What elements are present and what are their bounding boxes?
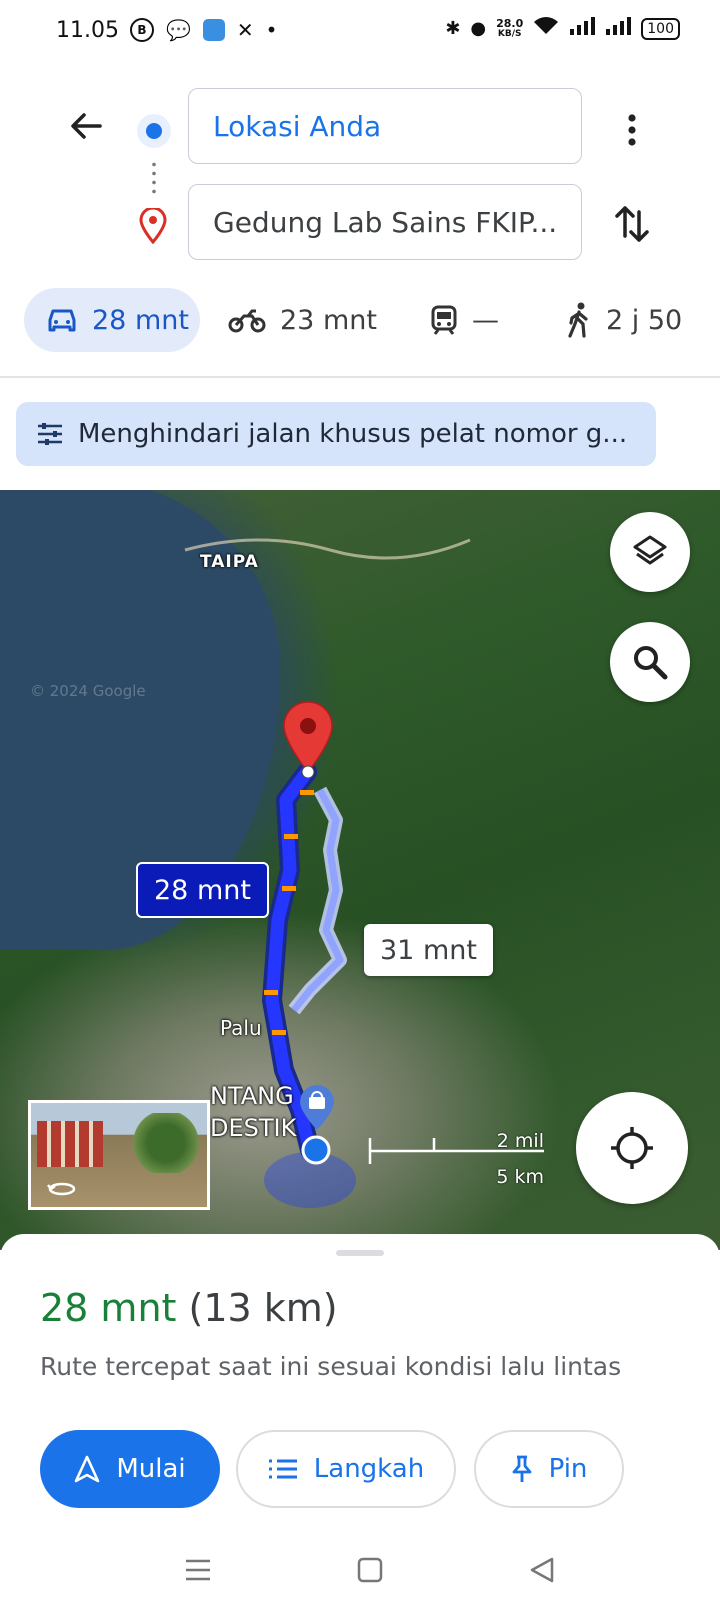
route-duration: 28 mnt (40, 1286, 177, 1330)
status-time: 11.05 (56, 18, 119, 43)
street-view-tree (131, 1113, 201, 1173)
crosshair-icon (611, 1127, 653, 1169)
chat-icon: 💬 (166, 18, 191, 42)
tune-icon (38, 423, 62, 445)
menu-icon[interactable] (180, 1552, 216, 1588)
search-map-button[interactable] (610, 622, 690, 702)
route-description: Rute tercepat saat ini sesuai kondisi la… (40, 1352, 622, 1381)
notification-icons: B 💬 ✕ • (130, 18, 277, 42)
route-label-primary[interactable]: 28 mnt (136, 862, 269, 918)
battery-indicator: 100 (641, 17, 680, 40)
steps-button-label: Langkah (313, 1454, 425, 1484)
shopping-marker-icon (300, 1085, 334, 1130)
map-label-destik: DESTIK (210, 1114, 297, 1142)
x-icon: ✕ (236, 18, 254, 42)
app-icon (202, 19, 225, 41)
signal-icon-2 (605, 16, 632, 41)
location-icon: ● (470, 18, 487, 39)
scale-km: 5 km (496, 1166, 544, 1188)
car-icon (48, 309, 76, 332)
steps-button[interactable]: Langkah (236, 1430, 456, 1508)
sheet-drag-handle[interactable] (336, 1250, 384, 1256)
signal-icon-1 (569, 16, 596, 41)
street-view-rotate-icon (47, 1182, 76, 1196)
motorcycle-icon (228, 309, 266, 333)
route-label-alternative[interactable]: 31 mnt (364, 924, 493, 976)
status-bar: 11.05 B 💬 ✕ • ✱ ● 28.0 KB/S 100 (0, 0, 720, 66)
street-view-building (37, 1121, 103, 1167)
mode-car[interactable]: 28 mnt (24, 288, 200, 352)
origin-field[interactable]: Lokasi Anda (188, 88, 582, 164)
origin-marker-icon (301, 1135, 331, 1165)
arrow-left-icon (71, 113, 102, 139)
mode-walk[interactable]: 2 j 50 (566, 288, 682, 352)
mode-car-label: 28 mnt (92, 304, 189, 336)
status-right: ✱ ● 28.0 KB/S 100 (445, 16, 680, 41)
my-location-button[interactable] (576, 1092, 688, 1204)
navigation-arrow-icon (75, 1455, 100, 1483)
mode-transit[interactable]: — (430, 288, 499, 352)
list-icon (268, 1459, 297, 1479)
mode-transit-label: — (472, 304, 499, 336)
divider (0, 376, 720, 378)
mode-motorcycle-label: 23 mnt (280, 304, 377, 336)
map-copyright: © 2024 Google (30, 682, 146, 700)
mode-walk-label: 2 j 50 (606, 304, 683, 336)
destination-marker-icon (283, 701, 333, 778)
walk-icon (568, 302, 588, 338)
mode-motorcycle[interactable]: 23 mnt (228, 288, 377, 352)
bluetooth-icon: ✱ (445, 18, 461, 39)
start-button[interactable]: Mulai (40, 1430, 220, 1508)
pin-button[interactable]: Pin (474, 1430, 624, 1508)
map-scale: 2 mil 5 km (368, 1124, 544, 1188)
back-nav-icon[interactable] (524, 1552, 560, 1588)
start-button-label: Mulai (116, 1454, 186, 1484)
more-notifications-icon: • (265, 18, 278, 42)
route-connector (152, 160, 156, 194)
layers-icon (633, 535, 667, 565)
more-options-button[interactable] (616, 108, 648, 152)
network-speed: 28.0 KB/S (496, 18, 523, 40)
destination-pin-icon (138, 206, 168, 248)
pin-icon (512, 1455, 531, 1482)
more-vert-icon (628, 114, 636, 146)
speed-value: 28.0 (496, 16, 524, 30)
map-label-palu: Palu (220, 1016, 262, 1040)
layers-button[interactable] (610, 512, 690, 592)
destination-field[interactable]: Gedung Lab Sains FKIP... (188, 184, 582, 260)
map-label-ntang: NTANG (210, 1082, 294, 1110)
route-distance: (13 km) (188, 1286, 338, 1330)
wifi-icon (533, 16, 559, 41)
route-options-label: Menghindari jalan khusus pelat nomor g..… (78, 419, 628, 449)
system-nav-bar (0, 1540, 720, 1612)
pin-button-label: Pin (548, 1454, 588, 1484)
route-summary: 28 mnt (13 km) (40, 1286, 338, 1330)
scale-miles: 2 mil (496, 1130, 544, 1152)
map-label-taipa: TAIPA (200, 552, 259, 572)
speed-unit: KB/S (497, 28, 522, 39)
back-button[interactable] (66, 106, 106, 146)
street-view-thumbnail[interactable] (28, 1100, 210, 1210)
origin-dot-icon (137, 114, 171, 148)
swap-button[interactable] (612, 200, 652, 248)
home-icon[interactable] (352, 1552, 388, 1588)
swap-vert-icon (615, 206, 649, 242)
route-options-chip[interactable]: Menghindari jalan khusus pelat nomor g..… (16, 402, 656, 466)
train-icon (431, 305, 457, 335)
search-icon (634, 646, 668, 680)
b-app-icon: B (130, 18, 154, 42)
